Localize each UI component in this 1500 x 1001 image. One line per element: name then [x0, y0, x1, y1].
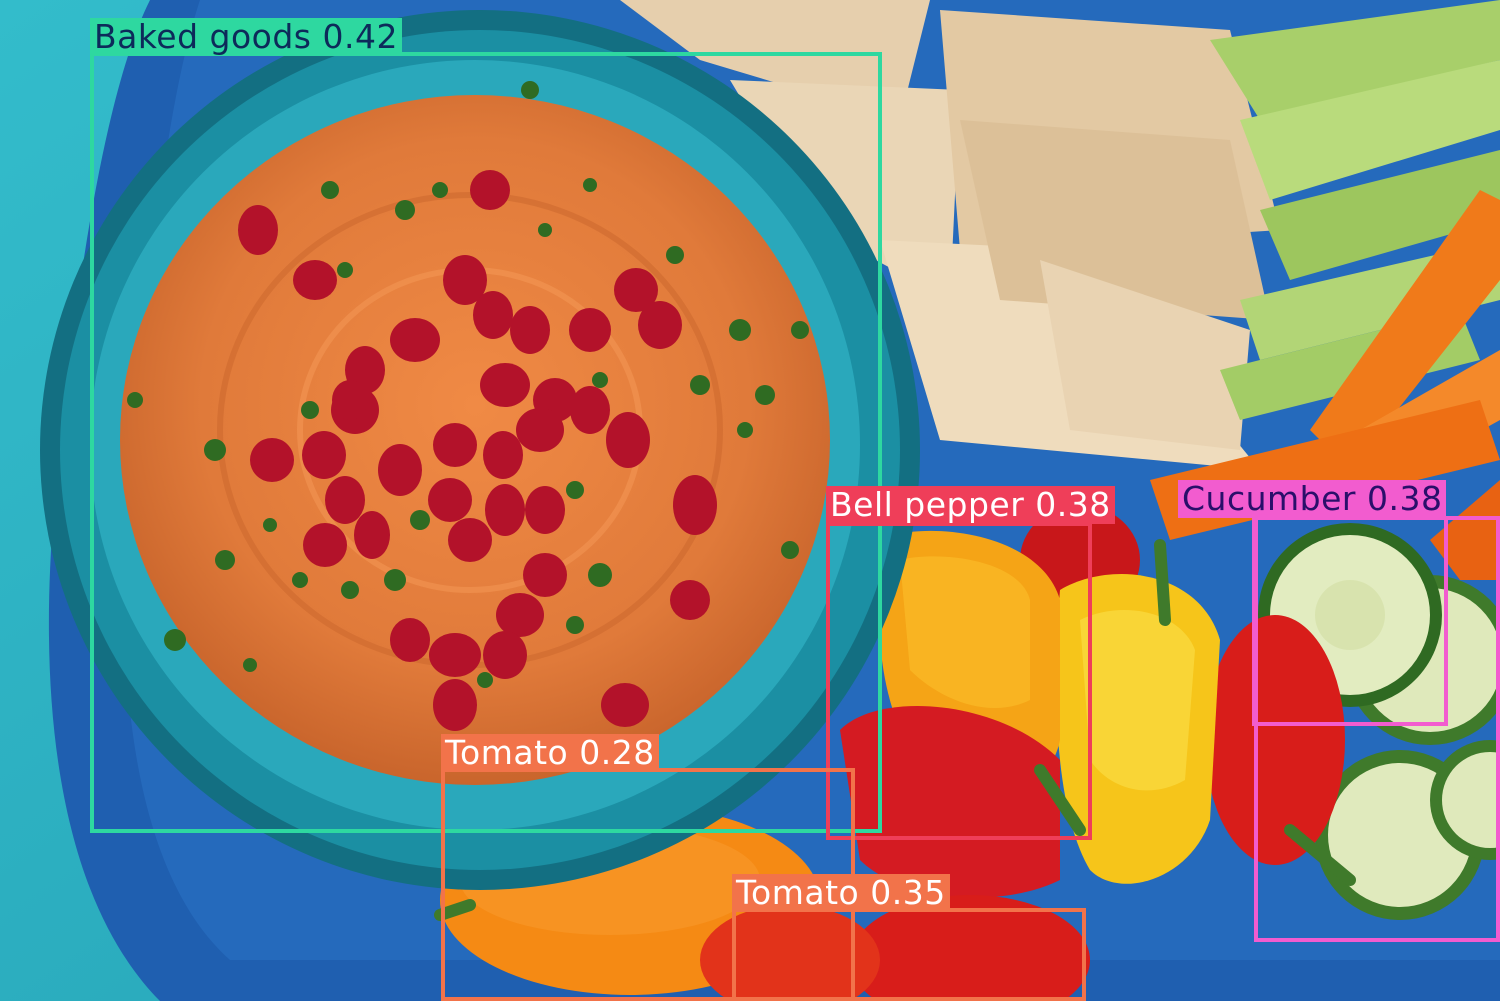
detection-box-baked-goods	[90, 52, 882, 833]
detection-label-tomato-2: Tomato 0.35	[732, 874, 950, 912]
detection-label-tomato-1: Tomato 0.28	[441, 734, 659, 772]
detection-box-tomato-2	[732, 908, 1086, 1001]
detection-label-cucumber: Cucumber 0.38	[1178, 480, 1447, 518]
detection-box-bell-pepper	[826, 522, 1092, 840]
detection-label-bell-pepper: Bell pepper 0.38	[826, 486, 1115, 524]
detection-box-cucumber-outer	[1254, 516, 1500, 942]
detection-label-baked-goods: Baked goods 0.42	[90, 18, 402, 56]
